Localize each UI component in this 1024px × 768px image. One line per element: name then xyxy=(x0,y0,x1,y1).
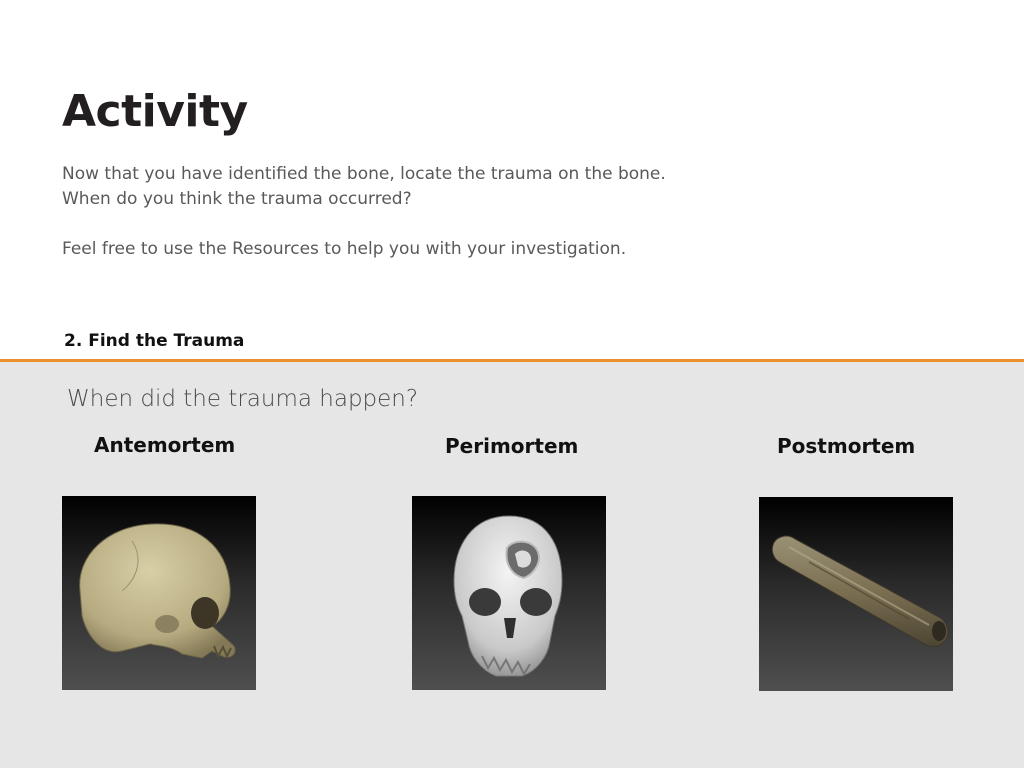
option-label-perimortem[interactable]: Perimortem xyxy=(445,434,578,458)
long-bone-icon xyxy=(771,535,949,648)
step-label: 2. Find the Trauma xyxy=(64,331,245,351)
option-antemortem[interactable] xyxy=(62,496,256,690)
skull-side-icon xyxy=(79,523,236,659)
instruction-line: When do you think the trauma occurred? xyxy=(62,189,412,209)
page-title: Activity xyxy=(62,86,248,137)
skull-front-fractured-icon xyxy=(453,515,563,677)
option-perimortem[interactable] xyxy=(412,496,606,690)
instructions: Now that you have identified the bone, l… xyxy=(62,162,666,262)
option-label-postmortem[interactable]: Postmortem xyxy=(777,434,915,458)
quiz-question: When did the trauma happen? xyxy=(67,386,419,412)
instruction-line: Now that you have identified the bone, l… xyxy=(62,164,666,184)
instruction-line: Feel free to use the Resources to help y… xyxy=(62,239,627,259)
option-label-antemortem[interactable]: Antemortem xyxy=(94,433,235,457)
option-postmortem[interactable] xyxy=(759,497,953,691)
